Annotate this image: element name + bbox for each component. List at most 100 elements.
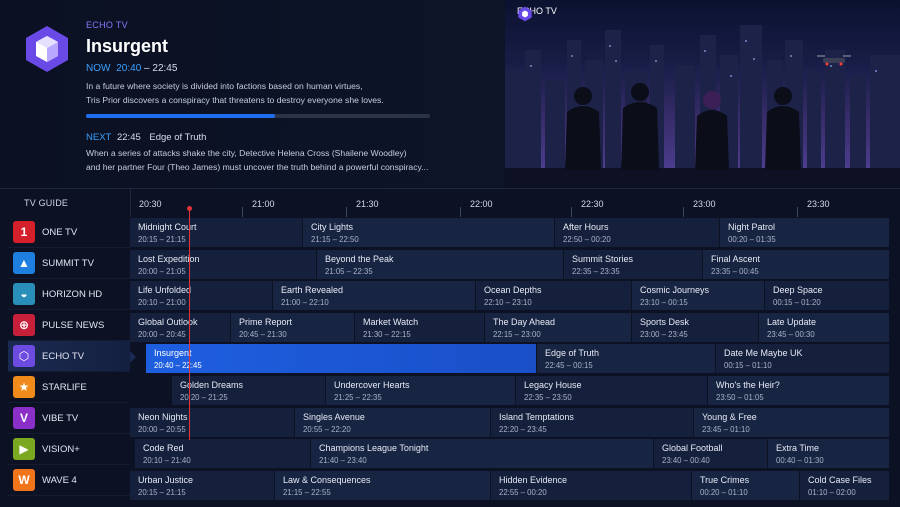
- channel-vision[interactable]: ▶ VISION+: [8, 434, 130, 465]
- program-cell[interactable]: Neon Nights 20:00 – 20:55: [130, 407, 295, 437]
- program-cell[interactable]: Law & Consequences 21:15 – 22:55: [275, 470, 491, 500]
- program-cell[interactable]: Who's the Heir? 23:50 – 01:05: [708, 376, 890, 405]
- program-cell[interactable]: Legacy House 22:35 – 23:50: [516, 376, 708, 405]
- program-cell[interactable]: Code Red 20:10 – 21:40: [135, 439, 311, 469]
- program-title: Summit Stories: [572, 253, 634, 264]
- program-time: 21:25 – 22:35: [334, 393, 382, 402]
- program-cell[interactable]: Midnight Court 20:15 – 21:15: [130, 218, 303, 247]
- program-cell[interactable]: True Crimes 00:20 – 01:10: [692, 470, 800, 500]
- program-cell[interactable]: Cold Case Files 01:10 – 02:00: [800, 470, 890, 500]
- program-cell[interactable]: The Day Ahead 22:15 – 23:00: [485, 312, 632, 342]
- program-title: Global Football: [662, 443, 723, 454]
- program-title: The Day Ahead: [493, 316, 556, 327]
- program-title: Island Temptations: [499, 411, 574, 422]
- channel-name: STARLIFE: [42, 381, 87, 393]
- time-tick: 20:30: [139, 199, 162, 209]
- program-cell[interactable]: After Hours 22:50 – 00:20: [555, 218, 720, 247]
- program-cell[interactable]: Sports Desk 23:00 – 23:45: [632, 312, 759, 342]
- channel-name: HORIZON HD: [42, 288, 103, 300]
- program-time: 23:10 – 00:15: [640, 298, 688, 308]
- program-cell[interactable]: Young & Free 23:45 – 01:10: [694, 407, 890, 437]
- program-cell[interactable]: City Lights 21:15 – 22:50: [303, 218, 555, 247]
- program-cell[interactable]: Extra Time 00:40 – 01:30: [768, 439, 890, 469]
- program-time: 21:15 – 22:55: [283, 487, 331, 497]
- program-time: 23:45 – 01:10: [702, 424, 750, 434]
- program-title: Edge of Truth: [545, 348, 600, 359]
- program-cell-selected[interactable]: Insurgent 20:40 – 22:45: [146, 344, 537, 374]
- time-tick: 23:00: [693, 199, 716, 209]
- program-cell[interactable]: Hidden Evidence 22:55 – 00:20: [491, 470, 692, 500]
- channel-name: ECHO TV: [86, 20, 128, 30]
- channel-one-tv[interactable]: 1 ONE TV: [8, 217, 130, 248]
- program-title: Hidden Evidence: [499, 474, 568, 485]
- program-title: Code Red: [143, 443, 184, 454]
- program-cell[interactable]: Cosmic Journeys 23:10 – 00:15: [632, 281, 765, 311]
- program-cell[interactable]: Champions League Tonight 21:40 – 23:40: [311, 439, 654, 469]
- program-time: 22:45 – 00:15: [545, 361, 593, 371]
- channel-horizon-hd[interactable]: ◒ HORIZON HD: [8, 279, 130, 310]
- channel-pulse-news[interactable]: ⊕ PULSE NEWS: [8, 310, 130, 341]
- guide-row: Insurgent 20:40 – 22:45 Edge of Truth 22:45…: [130, 343, 890, 374]
- guide-row: Golden Dreams 20:20 – 21:25 Undercover Hea…: [130, 375, 890, 405]
- program-time: 20:00 – 21:05: [138, 266, 186, 276]
- program-cell[interactable]: Global Outlook 20:00 – 20:45: [130, 312, 231, 342]
- program-title: City Lights: [311, 222, 354, 232]
- time-tick-mark: [571, 207, 572, 217]
- guide-row: Global Outlook 20:00 – 20:45 Prime Report 2…: [130, 312, 890, 342]
- program-cell[interactable]: Undercover Hearts 21:25 – 22:35: [326, 376, 516, 405]
- next-time: 22:45: [116, 132, 141, 143]
- program-grid: Midnight Court 20:15 – 21:15 City Lights 21…: [130, 217, 890, 502]
- program-time: 23:00 – 23:45: [640, 329, 688, 339]
- program-time: 00:20 – 01:35: [728, 235, 776, 244]
- program-cell[interactable]: Urban Justice 20:15 – 21:15: [130, 470, 275, 500]
- program-cell[interactable]: Golden Dreams 20:20 – 21:25: [172, 376, 326, 405]
- program-title: Undercover Hearts: [334, 380, 410, 390]
- channel-vibe-tv[interactable]: V VIBE TV: [8, 403, 130, 434]
- program-cell[interactable]: Lost Expedition 20:00 – 21:05: [130, 249, 317, 279]
- program-time: 20:00 – 20:45: [138, 329, 186, 339]
- next-title: Edge of Truth: [149, 132, 207, 143]
- time-tick: 23:30: [807, 199, 830, 209]
- program-cell[interactable]: Prime Report 20:45 – 21:30: [231, 312, 355, 342]
- program-cell[interactable]: Final Ascent 23:35 – 00:45: [703, 249, 890, 279]
- program-title: Night Patrol: [728, 222, 776, 232]
- channel-wave-4[interactable]: W WAVE 4: [8, 465, 130, 496]
- live-preview[interactable]: ECHO TV: [505, 0, 900, 188]
- program-cell[interactable]: Life Unfolded 20:10 – 21:00: [130, 281, 273, 311]
- time-tick-mark: [797, 207, 798, 217]
- program-title: Global Outlook: [138, 316, 198, 327]
- program-title: Golden Dreams: [180, 380, 244, 390]
- program-time: 20:00 – 20:55: [138, 424, 186, 434]
- program-time: 20:20 – 21:25: [180, 393, 228, 402]
- program-cell[interactable]: Night Patrol 00:20 – 01:35: [720, 218, 890, 247]
- program-cell[interactable]: Market Watch 21:30 – 22:15: [355, 312, 485, 342]
- program-time: 21:30 – 22:15: [363, 329, 411, 339]
- channel-starlife[interactable]: ★ STARLIFE: [8, 372, 130, 403]
- program-cell[interactable]: Deep Space 00:15 – 01:20: [765, 281, 890, 311]
- program-title: Earth Revealed: [281, 285, 344, 296]
- program-time: 21:15 – 22:50: [311, 235, 359, 244]
- program-cell[interactable]: Summit Stories 22:35 – 23:35: [564, 249, 703, 279]
- channel-summit-tv[interactable]: ▲ SUMMIT TV: [8, 248, 130, 279]
- program-title: Urban Justice: [138, 474, 194, 485]
- program-cell[interactable]: Beyond the Peak 21:05 – 22:35: [317, 249, 564, 279]
- program-cell[interactable]: Late Update 23:45 – 00:30: [759, 312, 890, 342]
- program-title: Who's the Heir?: [716, 380, 780, 390]
- program-cell[interactable]: Singles Avenue 20:55 – 22:20: [295, 407, 491, 437]
- progress-fill: [86, 114, 276, 118]
- program-cell[interactable]: Island Temptations 22:20 – 23:45: [491, 407, 694, 437]
- guide-label: TV GUIDE: [24, 198, 69, 208]
- program-cell[interactable]: Date Me Maybe UK 00:15 – 01:10: [716, 344, 890, 374]
- program-time: 21:00 – 22:10: [281, 298, 329, 308]
- echo-tv-logo-icon: [26, 26, 68, 72]
- guide-row: Code Red 20:10 – 21:40 Champions League To…: [130, 438, 890, 469]
- program-cell[interactable]: Edge of Truth 22:45 – 00:15: [537, 344, 716, 374]
- time-tick-mark: [683, 207, 684, 217]
- program-cell[interactable]: Ocean Depths 22:10 – 23:10: [476, 281, 632, 311]
- channel-echo-tv[interactable]: ⬡ ECHO TV: [8, 341, 136, 372]
- program-cell[interactable]: Earth Revealed 21:00 – 22:10: [273, 281, 476, 311]
- program-progress-bar: [86, 114, 430, 118]
- current-time-indicator: [189, 208, 190, 440]
- program-title: Lost Expedition: [138, 253, 200, 264]
- program-cell[interactable]: Global Football 23:40 – 00:40: [654, 439, 768, 469]
